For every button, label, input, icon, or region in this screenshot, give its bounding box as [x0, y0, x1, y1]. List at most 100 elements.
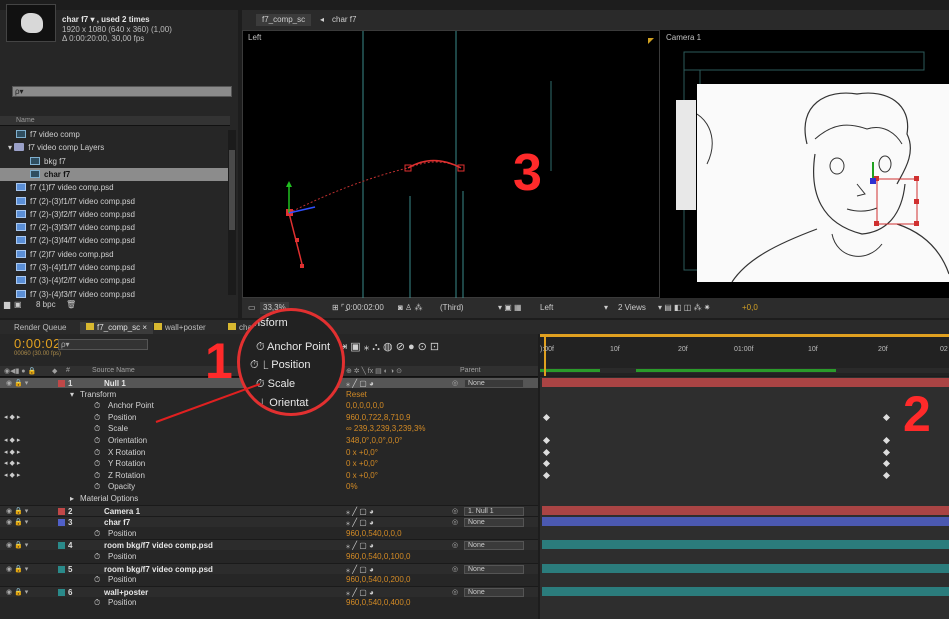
disclosure-triangle-icon[interactable]: ▾ — [70, 389, 74, 400]
property-row[interactable]: ◂◆▸ ⏱ X Rotation 0 x +0,0° — [0, 447, 538, 458]
layer-duration-bar[interactable] — [542, 378, 949, 387]
timeline-graph[interactable] — [540, 377, 949, 619]
visibility-icon[interactable]: ◉ 🔒 ▾ — [6, 517, 28, 528]
layer-row[interactable]: ◉ 🔒 ▾ 4 room bkg/f7 video comp.psd ⁎ ╱ ▢ ◕ ◎… — [0, 539, 538, 551]
property-value[interactable]: 0 x +0,0° — [346, 458, 378, 469]
pickwhip-icon[interactable]: ◎ — [452, 378, 458, 389]
property-row[interactable]: ⏱ Opacity 0% — [0, 481, 538, 492]
project-item[interactable]: f7 (3)-(4)f2/f7 video comp.psd — [0, 274, 228, 287]
viewer-left[interactable]: 3 — [242, 30, 660, 299]
property-row[interactable]: ▸ Material Options — [0, 493, 538, 504]
view-options-icons[interactable]: ▾ ▤ ◧ ◫ ⁂ ✷ — [658, 298, 711, 318]
property-row[interactable]: ◂◆▸ ⏱ Z Rotation 0 x +0,0° — [0, 470, 538, 481]
layer-switches[interactable]: ⁎ ╱ ▢ ◕ — [346, 564, 374, 575]
toggle-icons[interactable]: ▾ ▣ ▦ — [498, 298, 522, 318]
timeline-tool-icons[interactable]: ⇥ ▣ ⁎ ⛬ ◍ ⊘ ● ⊙ ⊡ — [338, 340, 439, 354]
layer-switches[interactable]: ⁎ ╱ ▢ ◕ — [346, 378, 374, 389]
source-name-column[interactable]: Source Name — [92, 367, 135, 374]
keyframe-navigator[interactable]: ◂◆▸ — [4, 458, 22, 469]
layer-row[interactable]: ◉ 🔒 ▾ 5 room bkg/f7 video comp.psd ⁎ ╱ ▢ ◕ ◎… — [0, 562, 538, 575]
av-switches-icons[interactable]: ◉◀▮ ● 🔒 — [4, 367, 36, 375]
tab-comp[interactable]: f7_comp_sc — [256, 14, 312, 26]
timeline-search-input[interactable]: ρ▾ — [58, 339, 148, 350]
tab-char[interactable]: char f7 — [326, 14, 362, 26]
keyframe-navigator[interactable]: ◂◆▸ — [4, 412, 22, 423]
stopwatch-icon[interactable]: ⏱ — [94, 412, 100, 423]
keyframe[interactable] — [882, 460, 891, 468]
number-column[interactable]: # — [66, 367, 70, 374]
work-area-bar[interactable] — [540, 334, 949, 337]
time-ruler[interactable]: ):00f 10f 20f 01:00f 10f 20f 02 — [540, 334, 949, 376]
label-color-swatch[interactable] — [58, 588, 65, 596]
project-item[interactable]: char f7 — [0, 167, 228, 181]
stopwatch-icon[interactable]: ⏱ — [94, 597, 100, 608]
project-scroll-thumb[interactable] — [229, 150, 235, 230]
visibility-icon[interactable]: ◉ 🔒 ▾ — [6, 506, 28, 517]
keyframe[interactable] — [882, 436, 891, 445]
tab-f7-comp[interactable]: f7_comp_sc × — [80, 322, 154, 334]
project-item[interactable]: f7 (2)-(3)f3/f7 video comp.psd — [0, 221, 228, 234]
stopwatch-icon[interactable]: ⏱ — [94, 574, 100, 585]
parent-select[interactable]: None — [464, 587, 524, 597]
keyframe[interactable] — [882, 413, 891, 421]
stopwatch-icon[interactable]: ⏱ — [94, 481, 100, 492]
property-value[interactable]: 960,0,540,0,0,0 — [346, 528, 402, 539]
folder-icon[interactable]: ▆ — [4, 300, 10, 310]
project-item[interactable]: f7 (3)-(4)f3/f7 video comp.psd — [0, 288, 228, 301]
resolution-select[interactable]: (Third) — [440, 298, 464, 318]
views-layout-select[interactable]: 2 Views — [618, 298, 646, 318]
comp-name[interactable]: char f7 ▾ , used 2 times — [62, 15, 150, 24]
visibility-icon[interactable]: ◉ 🔒 ▾ — [6, 587, 28, 598]
layer-duration-bar[interactable] — [542, 563, 949, 573]
visibility-icon[interactable]: ◉ 🔒 ▾ — [6, 564, 28, 575]
region-icon[interactable]: ▭ — [248, 298, 256, 318]
keyframe-navigator[interactable]: ◂◆▸ — [4, 435, 22, 446]
label-color-swatch[interactable] — [58, 507, 65, 515]
switches-column[interactable]: ⊕ ✲ ╲ fx ▤ ◐ ◑ ⊙ — [346, 367, 402, 375]
layer-switches[interactable]: ⁎ ╱ ▢ ◕ — [346, 506, 374, 517]
layer-row[interactable]: ◉ 🔒 ▾ 3 char f7 ⁎ ╱ ▢ ◕ ◎ None — [0, 516, 538, 528]
layer-switches[interactable]: ⁎ ╱ ▢ ◕ — [346, 587, 374, 598]
layer-name[interactable]: Null 1 — [104, 378, 126, 389]
stopwatch-icon[interactable]: ⏱ — [94, 423, 100, 434]
stopwatch-icon[interactable]: ⏱ — [94, 400, 100, 411]
layer-switches[interactable]: ⁎ ╱ ▢ ◕ — [346, 540, 374, 551]
label-color-swatch[interactable] — [58, 565, 65, 573]
view-select[interactable]: Left — [540, 298, 553, 318]
pickwhip-icon[interactable]: ◎ — [452, 506, 458, 517]
keyframe[interactable] — [542, 448, 551, 456]
parent-select[interactable]: None — [464, 379, 524, 388]
layer-duration-bar[interactable] — [542, 586, 949, 596]
label-color-swatch[interactable] — [58, 542, 65, 550]
property-value[interactable]: 960,0,540,0,400,0 — [346, 597, 411, 608]
project-name-column[interactable]: Name — [0, 116, 230, 126]
comp-icon[interactable]: ▣ — [14, 300, 22, 310]
tab-wall-poster[interactable]: wall+poster — [148, 322, 212, 334]
keyframe[interactable] — [542, 413, 551, 421]
pickwhip-icon[interactable]: ◎ — [452, 540, 458, 551]
keyframe[interactable] — [882, 448, 891, 456]
exposure-value[interactable]: +0,0 — [742, 298, 758, 318]
property-value[interactable]: 960,0,540,0,200,0 — [346, 574, 411, 585]
project-item[interactable]: f7 (2)-(3)f1/f7 video comp.psd — [0, 195, 228, 208]
stopwatch-icon[interactable]: ⏱ — [94, 435, 100, 446]
layer-duration-bar[interactable] — [542, 517, 949, 527]
layer-name[interactable]: wall+poster — [104, 587, 148, 598]
stopwatch-icon[interactable]: ⏱ — [94, 447, 100, 458]
property-row[interactable]: ◂◆▸ ⏱ Orientation 348,0°,0,0°,0,0° — [0, 435, 538, 446]
property-row[interactable]: ⏱ Position 960,0,540,0,400,0 — [0, 597, 538, 608]
property-row[interactable]: ◂◆▸ ⏱ Y Rotation 0 x +0,0° — [0, 458, 538, 469]
keyframe[interactable] — [882, 471, 891, 479]
project-item[interactable]: f7 (2)f7 video comp.psd — [0, 248, 228, 261]
layer-duration-bar[interactable] — [542, 505, 949, 515]
keyframe[interactable] — [542, 471, 551, 479]
project-item[interactable]: f7 (2)-(3)f4/f7 video comp.psd — [0, 234, 228, 247]
camera-icon[interactable]: ◙ ♙ ⁂ — [398, 298, 422, 318]
visibility-icon[interactable]: ◉ 🔒 ▾ — [6, 540, 28, 551]
keyframe-navigator[interactable]: ◂◆▸ — [4, 470, 22, 481]
parent-select[interactable]: None — [464, 518, 524, 528]
stopwatch-icon[interactable]: ⏱ — [94, 458, 100, 469]
trash-icon[interactable]: 🗑 — [66, 300, 76, 310]
layer-name[interactable]: room bkg/f7 video comp.psd — [104, 564, 213, 575]
stopwatch-icon[interactable]: ⏱ — [94, 551, 100, 562]
